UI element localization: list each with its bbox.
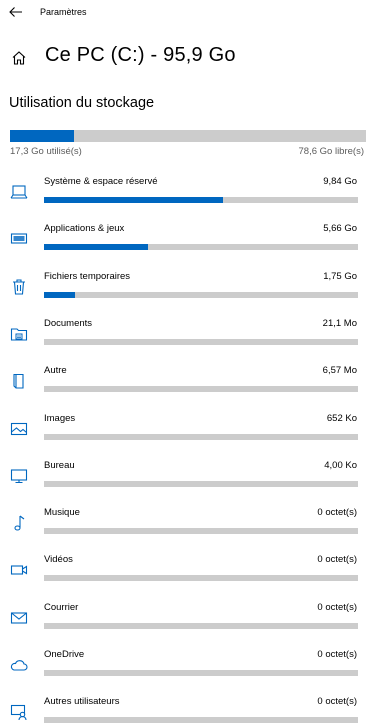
category-name: Applications & jeux [44, 223, 125, 235]
trash-icon [9, 277, 29, 297]
picture-icon [9, 419, 29, 439]
category-size: 0 octet(s) [317, 601, 357, 613]
used-space-label: 17,3 Go utilisé(s) [10, 146, 82, 157]
other-users-icon [9, 702, 29, 722]
overall-storage-bar [10, 130, 366, 142]
back-arrow-icon[interactable] [7, 3, 25, 21]
category-name: Système & espace réservé [44, 176, 158, 187]
category-name: Bureau [44, 459, 75, 471]
computer-icon [9, 182, 29, 202]
storage-category-row[interactable]: Autre 6,57 Mo [0, 365, 366, 412]
storage-category-row[interactable]: Courrier 0 octet(s) [0, 602, 366, 649]
category-name: Vidéos [44, 554, 73, 566]
storage-category-row[interactable]: OneDrive 0 octet(s) [0, 649, 366, 696]
page-header: Ce PC (C:) - 95,9 Go [0, 40, 366, 74]
category-usage-bar [44, 338, 358, 345]
app-title: Paramètres [40, 7, 87, 17]
storage-category-row[interactable]: Images 652 Ko [0, 413, 366, 460]
category-usage-bar [44, 670, 358, 676]
category-usage-bar-fill [44, 244, 148, 251]
category-usage-bar-fill [44, 197, 223, 203]
category-usage-bar [44, 528, 358, 535]
category-usage-bar [44, 244, 358, 251]
category-name: Images [44, 412, 76, 424]
category-name: Autre [44, 365, 67, 377]
category-usage-bar [44, 197, 358, 203]
storage-category-row[interactable]: Documents 21,1 Mo [0, 318, 366, 365]
category-size: 9,84 Go [323, 176, 357, 187]
music-note-icon [9, 513, 29, 533]
category-size: 0 octet(s) [317, 507, 357, 519]
category-name: Courrier [44, 601, 79, 613]
category-usage-bar [44, 575, 358, 582]
category-name: Documents [44, 317, 93, 329]
storage-category-row[interactable]: Fichiers temporaires 1,75 Go [0, 271, 366, 318]
category-name: Fichiers temporaires [44, 270, 131, 282]
cloud-icon [9, 655, 29, 675]
mail-icon [9, 608, 29, 628]
category-usage-bar [44, 717, 358, 724]
title-bar: Paramètres [0, 0, 366, 26]
storage-category-row[interactable]: Musique 0 octet(s) [0, 507, 366, 554]
storage-category-row[interactable]: Système & espace réservé 9,84 Go [0, 176, 366, 223]
category-size: 6,57 Mo [322, 365, 357, 377]
category-usage-bar [44, 386, 358, 393]
category-usage-bar-fill [44, 291, 76, 298]
monitor-icon [9, 466, 29, 486]
category-name: Musique [44, 507, 80, 519]
storage-category-row[interactable]: Vidéos 0 octet(s) [0, 554, 366, 601]
category-usage-bar [44, 291, 358, 298]
storage-category-row[interactable]: Bureau 4,00 Ko [0, 460, 366, 507]
category-usage-bar [44, 622, 358, 629]
documents-folder-icon [9, 324, 29, 344]
category-size: 21,1 Mo [322, 317, 357, 329]
free-space-label: 78,6 Go libre(s) [298, 146, 364, 157]
home-icon [11, 50, 27, 66]
category-size: 4,00 Ko [324, 459, 357, 471]
keyboard-icon [9, 229, 29, 249]
category-name: OneDrive [44, 649, 85, 660]
category-size: 5,66 Go [323, 223, 357, 235]
storage-category-row[interactable]: Applications & jeux 5,66 Go [0, 223, 366, 270]
page-title: Ce PC (C:) - 95,9 Go [45, 44, 236, 66]
category-size: 0 octet(s) [317, 696, 357, 708]
storage-category-row[interactable]: Autres utilisateurs 0 octet(s) [0, 696, 366, 724]
category-size: 1,75 Go [323, 270, 357, 282]
category-usage-bar [44, 480, 358, 487]
category-usage-bar [44, 433, 358, 440]
section-title: Utilisation du stockage [9, 95, 155, 111]
category-size: 652 Ko [326, 412, 357, 424]
category-name: Autres utilisateurs [44, 696, 120, 708]
category-size: 0 octet(s) [317, 554, 357, 566]
category-size: 0 octet(s) [317, 649, 357, 660]
overall-storage-bar-fill [10, 130, 75, 142]
video-camera-icon [9, 560, 29, 580]
book-icon [9, 371, 29, 391]
